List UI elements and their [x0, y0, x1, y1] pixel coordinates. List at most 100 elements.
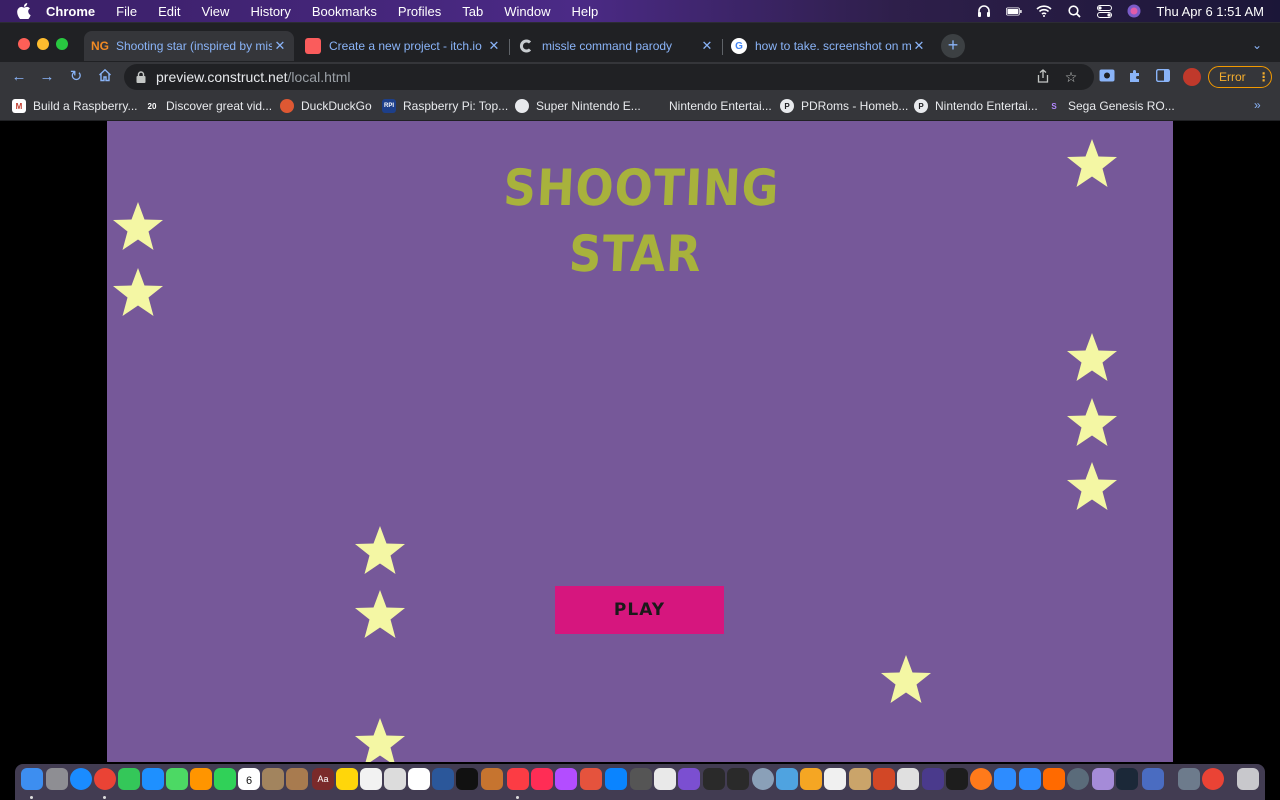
facetime-icon[interactable]: [214, 768, 236, 790]
menu-edit[interactable]: Edit: [158, 4, 180, 19]
utility-app-icon[interactable]: [654, 768, 676, 790]
app-icon[interactable]: [800, 768, 822, 790]
extensions-puzzle-icon[interactable]: [1127, 69, 1143, 85]
finder-icon[interactable]: [21, 768, 43, 790]
app-icon[interactable]: [946, 768, 968, 790]
tab-google-search[interactable]: G how to take. screenshot on mac ✕: [723, 31, 933, 61]
menu-chrome[interactable]: Chrome: [46, 4, 95, 19]
menu-window[interactable]: Window: [504, 4, 550, 19]
music-icon[interactable]: [507, 768, 529, 790]
profile-error-button[interactable]: Error ⋮: [1208, 66, 1272, 88]
menu-profiles[interactable]: Profiles: [398, 4, 441, 19]
menubar-clock[interactable]: Thu Apr 6 1:51 AM: [1156, 4, 1264, 19]
photos-icon[interactable]: [190, 768, 212, 790]
maps-icon[interactable]: [166, 768, 188, 790]
close-icon[interactable]: ✕: [272, 38, 288, 54]
garageband-icon[interactable]: [481, 768, 503, 790]
headphones-icon[interactable]: [976, 4, 992, 18]
app-icon[interactable]: [1178, 768, 1200, 790]
contacts-icon[interactable]: [262, 768, 284, 790]
app-icon[interactable]: [776, 768, 798, 790]
bookmark-item[interactable]: P PDRoms - Homeb...: [780, 98, 908, 114]
menu-file[interactable]: File: [116, 4, 137, 19]
apple-tv-icon[interactable]: [456, 768, 478, 790]
dictionary-icon[interactable]: Aa: [312, 768, 334, 790]
system-preferences-icon[interactable]: [630, 768, 652, 790]
forward-arrow-icon[interactable]: →: [38, 68, 56, 86]
app-icon[interactable]: [970, 768, 992, 790]
close-icon[interactable]: ✕: [486, 38, 502, 54]
launchpad-icon[interactable]: [46, 768, 68, 790]
app-icon[interactable]: [1043, 768, 1065, 790]
control-center-icon[interactable]: [1096, 4, 1112, 18]
messages-icon[interactable]: [118, 768, 140, 790]
battery-icon[interactable]: [1006, 4, 1022, 18]
lock-icon[interactable]: [136, 71, 146, 83]
preview-icon[interactable]: [384, 768, 406, 790]
unity-hub-icon[interactable]: [727, 768, 749, 790]
window-zoom-button[interactable]: [56, 38, 68, 50]
app-icon[interactable]: [1142, 768, 1164, 790]
app-icon[interactable]: [824, 768, 846, 790]
reload-icon[interactable]: ↻: [67, 68, 85, 86]
side-panel-icon[interactable]: [1155, 68, 1171, 85]
wifi-icon[interactable]: [1036, 4, 1052, 18]
bookmark-item[interactable]: P Nintendo Entertai...: [914, 98, 1038, 114]
bookmark-item[interactable]: Super Nintendo E...: [515, 98, 641, 114]
construct-icon[interactable]: [752, 768, 774, 790]
profile-avatar[interactable]: [1183, 68, 1201, 86]
bookmark-item[interactable]: S Sega Genesis RO...: [1047, 98, 1174, 114]
address-bar[interactable]: preview.construct.net/local.html: [124, 64, 1094, 90]
app-icon[interactable]: [897, 768, 919, 790]
window-close-button[interactable]: [18, 38, 30, 50]
menu-history[interactable]: History: [250, 4, 290, 19]
menu-tab[interactable]: Tab: [462, 4, 483, 19]
bookmark-item[interactable]: 20 Discover great vid...: [145, 98, 273, 114]
bookmark-star-icon[interactable]: ☆: [1063, 69, 1079, 85]
tab-itch-io[interactable]: Create a new project - itch.io ✕: [297, 31, 508, 61]
textedit-icon[interactable]: [360, 768, 382, 790]
play-button[interactable]: PLAY: [555, 586, 724, 634]
bookmark-item[interactable]: Nintendo Entertai...: [648, 98, 772, 114]
chrome-icon[interactable]: [94, 768, 116, 790]
spotlight-search-icon[interactable]: [1066, 4, 1082, 18]
safari-icon[interactable]: [70, 768, 92, 790]
more-menu-icon[interactable]: ⋮: [1258, 70, 1270, 84]
notes-icon[interactable]: [336, 768, 358, 790]
share-icon[interactable]: [1035, 69, 1051, 85]
new-tab-button[interactable]: +: [941, 34, 965, 58]
tab-shooting-star[interactable]: NG Shooting star (inspired by missile ✕: [84, 31, 294, 61]
tab-missle-command[interactable]: missle command parody ✕: [510, 31, 721, 61]
news-icon[interactable]: [531, 768, 553, 790]
visual-studio-icon[interactable]: [678, 768, 700, 790]
app-icon[interactable]: [1019, 768, 1041, 790]
unity-icon[interactable]: [703, 768, 725, 790]
bookmark-item[interactable]: DuckDuckGo: [280, 98, 372, 114]
tab-search-chevron-icon[interactable]: ⌄: [1252, 38, 1262, 52]
mail-icon[interactable]: [142, 768, 164, 790]
word-icon[interactable]: [432, 768, 454, 790]
books-icon[interactable]: [286, 768, 308, 790]
powerpoint-icon[interactable]: [873, 768, 895, 790]
bookmark-item[interactable]: M Build a Raspberry...: [12, 98, 138, 114]
pages-icon[interactable]: [408, 768, 430, 790]
siri-icon[interactable]: [1126, 4, 1142, 18]
app-icon[interactable]: [849, 768, 871, 790]
menu-view[interactable]: View: [201, 4, 229, 19]
menu-bookmarks[interactable]: Bookmarks: [312, 4, 377, 19]
close-icon[interactable]: ✕: [911, 38, 927, 54]
app-icon[interactable]: [1092, 768, 1114, 790]
bookmark-item[interactable]: RPI Raspberry Pi: Top...: [382, 98, 508, 114]
trash-icon[interactable]: [1237, 768, 1259, 790]
close-icon[interactable]: ✕: [699, 38, 715, 54]
todoist-icon[interactable]: [580, 768, 602, 790]
home-icon[interactable]: [96, 68, 114, 86]
more-bookmarks-chevron-icon[interactable]: »: [1254, 98, 1261, 112]
app-store-icon[interactable]: [605, 768, 627, 790]
zoom-icon[interactable]: [994, 768, 1016, 790]
apple-icon[interactable]: [17, 3, 31, 19]
app-icon[interactable]: [922, 768, 944, 790]
menu-help[interactable]: Help: [572, 4, 599, 19]
app-icon[interactable]: [1067, 768, 1089, 790]
extension-screen-capture-icon[interactable]: [1099, 69, 1115, 85]
